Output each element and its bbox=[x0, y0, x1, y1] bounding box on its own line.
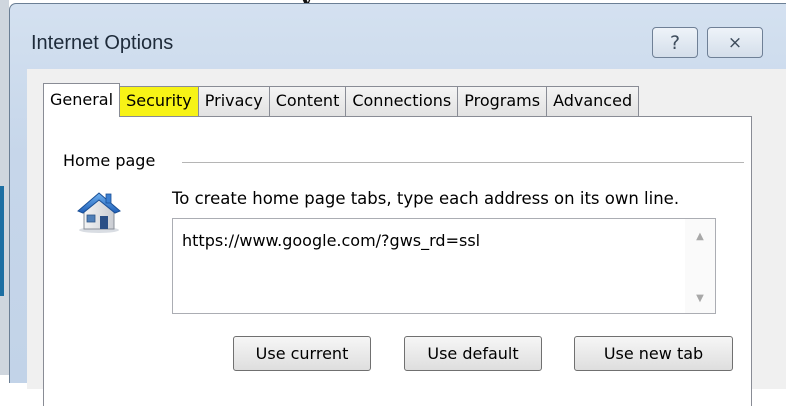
use-default-button[interactable]: Use default bbox=[404, 336, 542, 371]
general-tab-panel: Home page To create home page tabs, type… bbox=[43, 116, 752, 406]
home-page-instructions: To create home page tabs, type each addr… bbox=[172, 189, 680, 208]
scroll-down-arrow-icon[interactable]: ▼ bbox=[685, 287, 715, 309]
tab-privacy[interactable]: Privacy bbox=[197, 86, 269, 116]
tab-connections[interactable]: Connections bbox=[345, 86, 458, 116]
tab-security[interactable]: Security bbox=[120, 86, 198, 116]
home-page-group-label: Home page bbox=[63, 151, 160, 170]
tab-general[interactable]: General bbox=[43, 83, 121, 117]
background-window-edge bbox=[0, 0, 9, 375]
close-icon: ⨯ bbox=[727, 32, 743, 53]
url-box-scrollbar[interactable]: ▲ ▼ bbox=[685, 219, 715, 313]
close-button[interactable]: ⨯ bbox=[707, 27, 763, 58]
use-current-button[interactable]: Use current bbox=[233, 336, 371, 371]
use-new-tab-button[interactable]: Use new tab bbox=[574, 336, 733, 371]
home-page-url-textarea[interactable]: https://www.google.com/?gws_rd=ssl ▲ ▼ bbox=[172, 218, 716, 314]
tab-advanced[interactable]: Advanced bbox=[546, 86, 640, 116]
group-divider bbox=[182, 162, 744, 163]
tab-programs[interactable]: Programs bbox=[457, 86, 547, 116]
house-icon bbox=[77, 192, 121, 233]
dialog-client-area: General Security Privacy Content Connect… bbox=[27, 69, 786, 406]
scroll-up-arrow-icon[interactable]: ▲ bbox=[685, 225, 715, 247]
help-icon: ? bbox=[669, 31, 681, 54]
tab-content[interactable]: Content bbox=[268, 86, 346, 116]
background-accent bbox=[0, 186, 4, 296]
internet-options-dialog: Internet Options ? ⨯ General Security Pr… bbox=[9, 3, 786, 406]
window-title: Internet Options bbox=[31, 32, 174, 54]
tab-strip: General Security Privacy Content Connect… bbox=[43, 83, 640, 117]
help-button[interactable]: ? bbox=[652, 27, 698, 58]
home-page-url-value[interactable]: https://www.google.com/?gws_rd=ssl bbox=[182, 231, 480, 250]
